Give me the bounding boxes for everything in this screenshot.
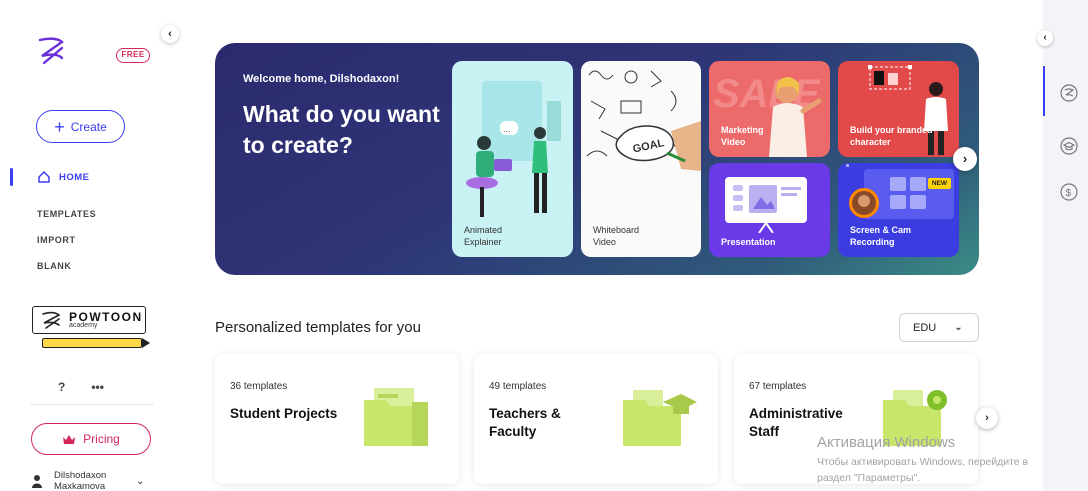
category-filter-select[interactable]: EDU ⌄ — [899, 313, 979, 342]
hero-next-arrow-button[interactable]: › — [953, 147, 977, 171]
hero-title: What do you want to create? — [243, 101, 440, 158]
whiteboard-video-label: Whiteboard Video — [593, 225, 640, 247]
sidebar-item-blank[interactable]: BLANK — [37, 261, 72, 271]
user-first-name: Dilshodaxon — [54, 470, 107, 481]
user-name: Dilshodaxon Maxkamova — [54, 470, 106, 491]
sidebar-item-import[interactable]: IMPORT — [37, 235, 76, 245]
app-page: FREE ‹ + Create HOME TEMPLATES IMPORT BL… — [0, 0, 1088, 491]
windows-activation-title: Активация Windows — [817, 434, 956, 451]
create-button[interactable]: + Create — [36, 110, 125, 143]
svg-text:...: ... — [503, 124, 511, 134]
graduation-cap-icon[interactable] — [1060, 137, 1078, 155]
free-plan-badge: FREE — [116, 48, 150, 63]
pricing-button[interactable]: Pricing — [31, 423, 151, 455]
chevron-down-icon[interactable]: ⌄ — [136, 476, 144, 487]
animated-explainer-label: Animated Explainer — [464, 225, 503, 247]
crown-icon — [63, 434, 76, 444]
branded-character-label: Build your branded character — [850, 125, 933, 147]
pencil-illustration — [42, 338, 142, 348]
template-category-name: Student Projects — [230, 406, 338, 421]
chevron-down-icon: ⌄ — [954, 322, 963, 333]
user-icon — [32, 475, 42, 488]
template-count: 36 templates — [230, 381, 288, 392]
screen-cam-recording-card[interactable]: NEW Screen & Cam Recording — [838, 163, 959, 257]
personalized-section-title: Personalized templates for you — [215, 319, 421, 336]
template-category-card[interactable]: 49 templates Teachers & Faculty — [474, 354, 718, 484]
presentation-illustration — [725, 177, 807, 234]
sidebar-item-home-label: HOME — [59, 171, 90, 183]
home-icon — [38, 171, 50, 183]
active-nav-indicator — [10, 168, 13, 186]
sidebar-divider — [30, 404, 154, 405]
windows-activation-line2: раздел "Параметры". — [817, 472, 921, 484]
marketing-video-label: Marketing Video — [721, 125, 764, 147]
category-filter-value: EDU — [913, 321, 937, 334]
hero-banner: Welcome home, Dilshodaxon! What do you w… — [215, 43, 979, 275]
screen-cam-recording-label: Screen & Cam Recording — [850, 225, 912, 247]
powtoon-logo-icon[interactable] — [36, 36, 66, 66]
sidebar-collapse-button[interactable]: ‹ — [161, 25, 179, 43]
branded-character-card[interactable]: Build your branded character — [838, 61, 959, 157]
animated-explainer-illustration: ... — [466, 81, 561, 217]
pricing-button-label: Pricing — [83, 432, 120, 446]
help-row: ? ••• — [58, 380, 104, 394]
sidebar-item-templates[interactable]: TEMPLATES — [37, 209, 96, 219]
powtoon-academy-link[interactable]: POWTOON academy — [32, 306, 150, 350]
presentation-card[interactable]: Presentation — [709, 163, 830, 257]
marketing-video-card[interactable]: SALE Marketing Video — [709, 61, 830, 157]
academy-frame: POWTOON academy — [32, 306, 146, 334]
help-button[interactable]: ? — [58, 380, 65, 394]
right-rail — [1043, 0, 1088, 491]
windows-activation-text: Чтобы активировать Windows, перейдите в … — [817, 454, 1067, 486]
presentation-label: Presentation — [721, 237, 776, 247]
template-category-card[interactable]: 36 templates Student Projects — [215, 354, 459, 484]
dollar-rail-icon[interactable]: $ — [1060, 183, 1078, 201]
whiteboard-video-card[interactable]: GOAL Whiteboard Video — [581, 61, 701, 257]
plus-icon: + — [54, 116, 65, 137]
windows-activation-line1: Чтобы активировать Windows, перейдите в — [817, 456, 1029, 468]
academy-subtitle: academy — [69, 322, 98, 329]
whiteboard-illustration: GOAL — [586, 70, 701, 171]
template-count: 49 templates — [489, 381, 547, 392]
left-sidebar: FREE ‹ + Create HOME TEMPLATES IMPORT BL… — [0, 0, 179, 491]
pencil-tip — [142, 338, 150, 348]
screen-recording-illustration — [846, 164, 954, 219]
create-button-label: Create — [70, 119, 107, 134]
powtoon-logo-icon — [42, 311, 61, 329]
folder-document-icon — [364, 388, 428, 446]
sidebar-item-home[interactable]: HOME — [37, 170, 90, 184]
template-count: 67 templates — [749, 381, 807, 392]
more-options-button[interactable]: ••• — [91, 380, 104, 394]
user-last-name: Maxkamova — [54, 481, 106, 491]
right-rail-active-indicator — [1043, 66, 1045, 116]
right-rail-collapse-button[interactable]: ‹ — [1037, 30, 1053, 46]
powtoon-rail-icon[interactable] — [1060, 84, 1078, 102]
new-badge: NEW — [927, 178, 951, 189]
template-category-name: Teachers & Faculty — [489, 406, 561, 439]
animated-explainer-card[interactable]: ... Animated Explainer — [452, 61, 573, 257]
templates-next-arrow-button[interactable]: › — [976, 407, 998, 429]
user-menu[interactable]: Dilshodaxon Maxkamova ⌄ — [32, 468, 156, 491]
welcome-message: Welcome home, Dilshodaxon! — [243, 73, 400, 85]
svg-text:$: $ — [1066, 188, 1072, 199]
folder-graduation-icon — [623, 390, 697, 446]
